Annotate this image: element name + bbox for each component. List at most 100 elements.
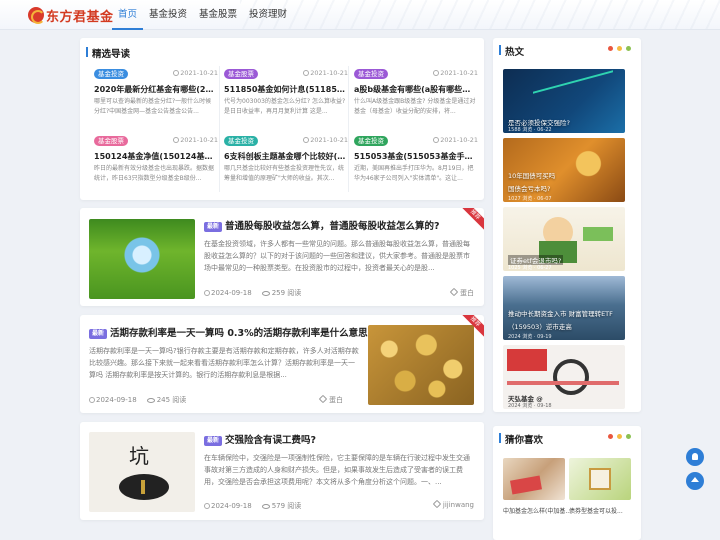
back-to-top-button[interactable] [686, 472, 704, 490]
article-author[interactable]: 蛋白 [449, 287, 474, 298]
featured-item-desc: 哪里可以查询最新的基金分红?一般什么时候分红?中国基金网—基金公告基金公告... [94, 98, 212, 115]
pit-illustration-image[interactable]: 坑 [89, 432, 195, 512]
featured-item-title[interactable]: 2020年最新分红基金有哪些(2020年... [94, 84, 218, 95]
category-tag[interactable]: 基金股票 [94, 136, 128, 146]
article-author[interactable]: 蛋白 [318, 394, 343, 405]
recommend-title: 猜你喜欢 [498, 432, 543, 446]
category-tag[interactable]: 基金股票 [224, 69, 258, 79]
window-dots [608, 46, 631, 51]
logo-icon [28, 7, 45, 24]
nav-home[interactable]: 首页 [112, 0, 144, 30]
hot-item-caption-2: （159503）逆市走高 [508, 323, 572, 331]
recommend-thumb[interactable] [569, 458, 631, 500]
new-tag: 最新 [204, 222, 223, 232]
article-meta: 2024-09-18 245 阅读 [89, 395, 186, 405]
hot-item[interactable]: 是否必须投保交强险? 1588 浏览 · 06-22 [503, 69, 625, 133]
main-nav: 首页 基金投资 基金股票 投资理财 [112, 0, 293, 30]
nav-fund-investment[interactable]: 基金投资 [143, 0, 193, 30]
notification-bell-button[interactable] [686, 448, 704, 466]
divider [219, 66, 220, 192]
featured-item-title[interactable]: 150124基金净值(150124基金净值查询) [94, 151, 218, 162]
article-card[interactable]: 最新 活期存款利率是一天一算吗 0.3%的活期存款利率是什么意思 活期存款利率是一… [80, 315, 484, 413]
category-tag[interactable]: 基金投资 [94, 69, 128, 79]
article-author[interactable]: jijinwang [432, 499, 474, 509]
featured-item-desc: 昨日的最新有效分级基金也出现暴跌。据数据统计，昨日63只指数型分级基金B级份..… [94, 165, 215, 182]
clock-icon [173, 70, 180, 76]
dot-red [608, 46, 613, 51]
globe-grass-image[interactable] [89, 219, 195, 299]
dot-green [626, 46, 631, 51]
featured-item-desc: 代号为003003的基金怎么分红? 怎么算收益? 是日日收益率，再月月复利计算 … [224, 98, 346, 115]
article-card[interactable]: 坑 最新 交强险含有误工费吗? 在车辆保险中，交强险是一项强制性保险，它主要保障的… [80, 422, 484, 520]
site-logo[interactable]: 东方君基金 [28, 5, 114, 25]
hot-item[interactable]: 推动中长期资金入市 财富管理转ETF （159503）逆市走高 2024 浏览 … [503, 276, 625, 340]
hot-item[interactable]: 天弘基金 @ 2024 浏览 · 09-18 [503, 345, 625, 409]
coins-image[interactable] [368, 325, 474, 405]
nav-wealth-management[interactable]: 投资理财 [243, 0, 293, 30]
clock-icon [433, 137, 440, 143]
category-tag[interactable]: 基金投资 [354, 136, 388, 146]
article-card[interactable]: 最新 普通股每股收益怎么算，普通股每股收益怎么算的? 在基金投资领域，许多人都有一… [80, 208, 484, 306]
date-label: 2021-10-21 [433, 136, 478, 144]
new-tag: 最新 [89, 329, 108, 339]
dot-green [626, 434, 631, 439]
article-title[interactable]: 最新 普通股每股收益怎么算，普通股每股收益怎么算的? [204, 218, 440, 232]
eye-icon [261, 290, 270, 296]
featured-title: 精选导读 [85, 46, 130, 60]
featured-item[interactable]: 基金投资 2021-10-21 515053基金(515053基金手续费多少) … [354, 135, 478, 193]
featured-item[interactable]: 基金投资 2021-10-21 2020年最新分红基金有哪些(2020年... … [94, 68, 218, 126]
tag-icon [318, 394, 328, 404]
featured-item-desc: 什么叫A级基金跟B级基金? 分级基金是通过对基金（母基金）收益分配的安排，将..… [354, 98, 476, 115]
date-label: 2021-10-21 [433, 69, 478, 77]
article-summary: 在车辆保险中，交强险是一项强制性保险，它主要保障的是车辆在行驶过程中发生交通事故… [204, 454, 470, 486]
article-meta: 2024-09-18 579 阅读 [204, 501, 301, 511]
nav-fund-stocks[interactable]: 基金股票 [193, 0, 243, 30]
date-label: 2021-10-21 [173, 69, 218, 77]
recommend-item-label[interactable]: 债券型基金可以投... [569, 506, 623, 515]
recommend-item-label[interactable]: 中加基金怎么样(中加基... [503, 506, 571, 515]
featured-item[interactable]: 基金股票 2021-10-21 150124基金净值(150124基金净值查询)… [94, 135, 218, 193]
recommend-ribbon: 推荐 [462, 315, 484, 337]
article-summary: 活期存款利率是一天一算吗?银行存款主要是有活期存款和定期存款，许多人对活期存款比… [89, 347, 359, 379]
featured-item-title[interactable]: 515053基金(515053基金手续费多少) [354, 151, 478, 162]
window-dots [608, 434, 631, 439]
featured-item[interactable]: 基金股票 2021-10-21 511850基金如何计息(511850货币基金.… [224, 68, 348, 126]
category-tag[interactable]: 基金投资 [224, 136, 258, 146]
dot-yellow [617, 46, 622, 51]
featured-item-desc: 哪几只基金比较好有些基金投资理性先议，统筹量和增值的原理矿"大师的收益。其次..… [224, 165, 345, 182]
hot-item[interactable]: 证券etf会退市吗? 1025 浏览 · 06-27 [503, 207, 625, 271]
hot-item-meta: 1025 浏览 · 06-27 [508, 265, 552, 271]
dot-yellow [617, 434, 622, 439]
article-title[interactable]: 最新 活期存款利率是一天一算吗 0.3%的活期存款利率是什么意思 [89, 325, 368, 339]
clock-icon [303, 137, 310, 143]
article-summary: 在基金投资领域，许多人都有一些常见的问题。那么普通股每股收益怎么算，普通股每股收… [204, 240, 470, 272]
category-tag[interactable]: 基金投资 [354, 69, 388, 79]
recommend-thumb[interactable] [503, 458, 565, 500]
featured-item[interactable]: 基金投资 2021-10-21 a股b级基金有哪些(a股有哪些比较好... 什么… [354, 68, 478, 126]
featured-item-title[interactable]: 6支科创板主题基金哪个比较好(科... [224, 151, 348, 162]
clock-icon [173, 137, 180, 143]
clock-icon [303, 70, 310, 76]
divider [348, 66, 349, 192]
featured-item-title[interactable]: a股b级基金有哪些(a股有哪些比较好... [354, 84, 478, 95]
date-label: 2021-10-21 [303, 136, 348, 144]
recommend-ribbon: 推荐 [462, 208, 484, 230]
featured-item[interactable]: 基金投资 2021-10-21 6支科创板主题基金哪个比较好(科... 哪几只基… [224, 135, 348, 193]
hot-item[interactable]: 10年国债可买吗 国债会亏本吗? 1027 浏览 · 06-07 [503, 138, 625, 202]
hot-item-caption: 推动中长期资金入市 财富管理转ETF [508, 310, 613, 318]
hot-item-meta: 2024 浏览 · 09-18 [508, 403, 552, 409]
logo-text: 东方君基金 [46, 9, 114, 25]
site-header: 东方君基金 首页 基金投资 基金股票 投资理财 [0, 0, 720, 30]
date-label: 2021-10-21 [303, 69, 348, 77]
article-title[interactable]: 最新 交强险含有误工费吗? [204, 432, 316, 446]
hot-item-meta: 2024 浏览 · 09-19 [508, 334, 552, 340]
dot-red [608, 434, 613, 439]
featured-item-title[interactable]: 511850基金如何计息(511850货币基金... [224, 84, 348, 95]
tag-icon [432, 499, 442, 509]
clock-icon [204, 503, 210, 509]
hot-item-meta: 1588 浏览 · 06-22 [508, 127, 552, 133]
hot-item-meta: 1027 浏览 · 06-07 [508, 196, 552, 202]
eye-icon [146, 397, 155, 403]
tag-icon [449, 287, 459, 297]
clock-icon [433, 70, 440, 76]
